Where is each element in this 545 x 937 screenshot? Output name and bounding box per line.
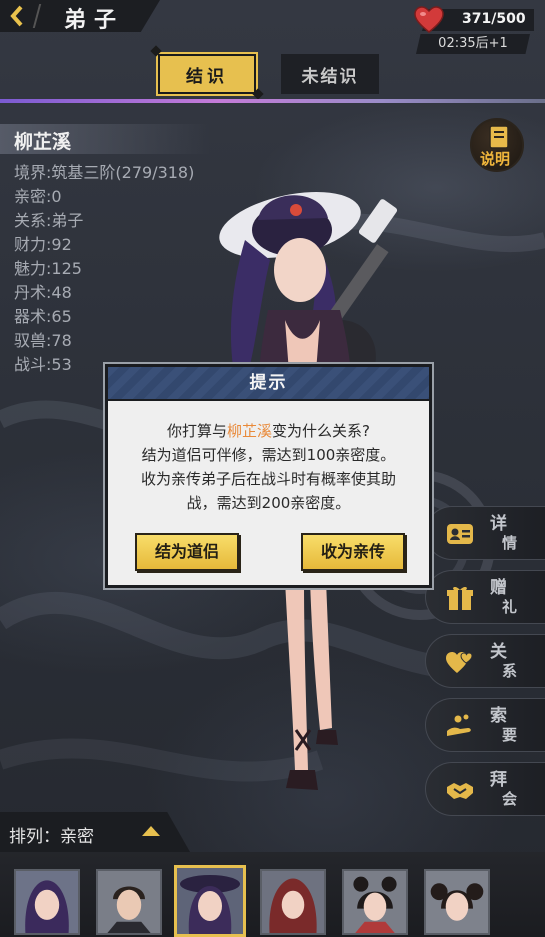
dialog-message: 你打算与柳芷溪变为什么关系? 结为道侣可伴修，需达到100亲密度。 收为亲传弟子…: [108, 419, 429, 515]
gift-button[interactable]: 赠礼: [425, 570, 545, 624]
triangle-up-icon[interactable]: [142, 826, 160, 836]
explain-label: 说明: [480, 150, 511, 168]
details-label: 详情: [490, 514, 518, 553]
page-title: 弟子: [64, 7, 125, 33]
handshake-icon: [447, 783, 473, 799]
stat-wealth: 财力:92: [14, 235, 72, 254]
stat-relation: 关系:弟子: [14, 211, 84, 230]
id-card-icon: [447, 524, 473, 544]
dialog-line-3: 收为亲传弟子后在战斗时有概率使其助: [140, 470, 396, 488]
disciple-portrait-strip: [0, 852, 545, 937]
heart-icon: [414, 6, 444, 33]
disciple-portrait[interactable]: [424, 869, 490, 935]
back-button[interactable]: [4, 3, 30, 29]
disciple-portrait-selected[interactable]: [174, 865, 246, 937]
dialog-line-2: 结为道侣可伴修，需达到100亲密度。: [141, 446, 396, 464]
character-name: 柳芷溪: [14, 131, 72, 153]
stat-beast-taming: 驭兽:78: [14, 331, 72, 350]
character-name-bar: 柳芷溪: [0, 124, 210, 154]
become-partner-button[interactable]: 结为道侣: [135, 533, 239, 571]
stat-realm: 境界:筑基三阶(279/318): [14, 163, 195, 182]
tab-unmet[interactable]: 未结识: [281, 54, 379, 94]
dialog-line-1: 你打算与柳芷溪变为什么关系?: [167, 422, 370, 440]
visit-label: 拜会: [490, 770, 518, 809]
highlighted-name: 柳芷溪: [227, 422, 273, 440]
disciple-portrait[interactable]: [342, 869, 408, 935]
top-bar: 弟子 371/500 02:35后+1: [0, 0, 545, 54]
relation-button[interactable]: 关系: [425, 634, 545, 688]
stat-charm: 魅力:125: [14, 259, 82, 278]
visit-button[interactable]: 拜会: [425, 762, 545, 816]
request-label: 索要: [490, 706, 518, 745]
sort-label: 排列：亲密: [9, 827, 94, 847]
header-divider: [0, 99, 545, 103]
book-icon: [489, 125, 509, 149]
stat-intimacy: 亲密:0: [14, 187, 62, 206]
stamina-display: 371/500 02:35后+1: [412, 6, 534, 54]
dialog-title: 提示: [249, 373, 288, 393]
hand-coins-icon: [447, 714, 471, 736]
character-stats: 境界:筑基三阶(279/318) 亲密:0 关系:弟子 财力:92 魅力:125…: [14, 161, 194, 377]
become-disciple-button[interactable]: 收为亲传: [301, 533, 405, 571]
request-button[interactable]: 索要: [425, 698, 545, 752]
stamina-timer: 02:35后+1: [416, 34, 530, 54]
dialog-line-4: 战，需达到200亲密度。: [186, 494, 351, 512]
relation-dialog: 提示 你打算与柳芷溪变为什么关系? 结为道侣可伴修，需达到100亲密度。 收为亲…: [103, 362, 434, 590]
stat-crafting: 器术:65: [14, 307, 72, 326]
dialog-body: 你打算与柳芷溪变为什么关系? 结为道侣可伴修，需达到100亲密度。 收为亲传弟子…: [108, 401, 429, 585]
gift-icon: [447, 586, 473, 610]
sort-bar[interactable]: 排列：亲密: [0, 812, 190, 852]
relation-label: 关系: [490, 642, 518, 681]
disciple-portrait[interactable]: [14, 869, 80, 935]
disciple-portrait[interactable]: [260, 869, 326, 935]
stamina-value: 371/500: [462, 11, 526, 27]
hearts-icon: [446, 652, 473, 673]
details-button[interactable]: 详情: [425, 506, 545, 560]
dialog-header: 提示: [108, 367, 429, 399]
disciple-portrait[interactable]: [96, 869, 162, 935]
gift-label: 赠礼: [490, 578, 518, 617]
tab-met[interactable]: 结识: [158, 54, 256, 94]
explain-button[interactable]: 说明: [470, 118, 524, 172]
chevron-left-icon: [10, 5, 23, 27]
stat-alchemy: 丹术:48: [14, 283, 72, 302]
